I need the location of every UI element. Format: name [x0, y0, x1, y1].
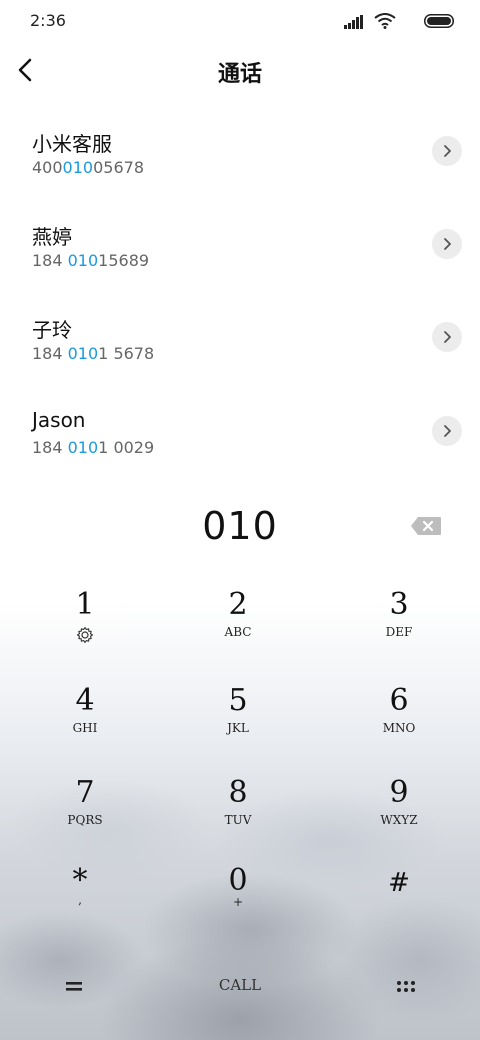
- key-letters: WXYZ: [380, 813, 418, 827]
- dialpad-key-7[interactable]: 7 PQRS: [10, 776, 160, 856]
- entered-number: 010: [202, 504, 278, 548]
- key-digit: 1: [75, 587, 95, 622]
- contact-number: 184 01015689: [32, 251, 149, 270]
- dialpad-key-3[interactable]: 3 DEF: [324, 588, 474, 668]
- key-digit: #: [388, 868, 410, 898]
- battery-icon: [424, 14, 454, 28]
- dialpad-key-1[interactable]: 1: [10, 588, 160, 668]
- dialpad-key-4[interactable]: 4 GHI: [10, 684, 160, 764]
- number-match: 010: [67, 438, 99, 457]
- contact-row[interactable]: Jason 184 0101 0029: [0, 408, 480, 488]
- status-bar: 2:36: [0, 0, 480, 44]
- number-match: 010: [67, 344, 99, 363]
- contact-row[interactable]: 子玲 184 0101 5678: [0, 314, 480, 394]
- dots-grid-icon[interactable]: [394, 974, 418, 998]
- dial-display: 010: [0, 500, 480, 560]
- dialpad-key-9[interactable]: 9 WXYZ: [324, 776, 474, 856]
- backspace-icon[interactable]: [410, 516, 442, 536]
- dialpad-key-8[interactable]: 8 TUV: [163, 776, 313, 856]
- status-icons: [334, 12, 454, 30]
- key-digit: 2: [228, 587, 248, 622]
- key-digit: 8: [228, 775, 248, 810]
- contact-number: 184 0101 0029: [32, 438, 154, 457]
- number-part: 400: [32, 158, 63, 177]
- dialpad-key-6[interactable]: 6 MNO: [324, 684, 474, 764]
- number-match: 010: [62, 158, 94, 177]
- chevron-right-icon: [444, 331, 451, 343]
- key-digit: 3: [389, 587, 409, 622]
- contact-row[interactable]: 燕婷 184 01015689: [0, 221, 480, 301]
- key-letters: JKL: [227, 721, 249, 735]
- chevron-right-icon: [444, 425, 451, 437]
- key-digit: 4: [75, 683, 95, 718]
- number-part: 184: [32, 251, 68, 270]
- chevron-right-icon: [444, 145, 451, 157]
- key-digit: 9: [389, 775, 409, 810]
- header: 通话: [0, 44, 480, 100]
- contact-name: 燕婷: [32, 225, 72, 249]
- dialpad-key-5[interactable]: 5 JKL: [163, 684, 313, 764]
- signal-icon: [344, 15, 363, 29]
- key-letters: ,: [78, 893, 82, 907]
- contact-detail-button[interactable]: [432, 136, 462, 166]
- bottom-bar: CALL: [0, 960, 480, 1020]
- call-button[interactable]: CALL: [190, 976, 290, 994]
- number-part: 184: [32, 344, 68, 363]
- contact-name: Jason: [32, 408, 86, 432]
- key-letters: DEF: [385, 625, 413, 639]
- number-part: 05678: [93, 158, 144, 177]
- contact-name: 子玲: [32, 318, 72, 342]
- key-letters: ABC: [224, 625, 252, 639]
- key-letters: PQRS: [67, 813, 103, 827]
- key-digit: 6: [389, 683, 409, 718]
- page-title: 通话: [217, 62, 262, 87]
- dialpad-key-hash[interactable]: #: [324, 866, 474, 946]
- dialpad-key-2[interactable]: 2 ABC: [163, 588, 313, 668]
- number-part: 1 0029: [98, 438, 155, 457]
- key-letters: TUV: [224, 813, 252, 827]
- voicemail-gear-icon: [76, 626, 94, 644]
- number-part: 15689: [98, 251, 150, 270]
- number-part: 1 5678: [98, 344, 155, 363]
- dialpad-key-0[interactable]: 0 +: [163, 864, 313, 944]
- status-time: 2:36: [30, 11, 66, 30]
- menu-equals-icon[interactable]: [62, 974, 86, 998]
- contact-detail-button[interactable]: [432, 322, 462, 352]
- key-letters: GHI: [72, 721, 98, 735]
- wifi-icon: [374, 13, 396, 29]
- contact-detail-button[interactable]: [432, 416, 462, 446]
- contact-number: 184 0101 5678: [32, 344, 154, 363]
- contact-name: 小米客服: [32, 132, 112, 156]
- contact-number: 40001005678: [32, 158, 144, 177]
- number-match: 010: [67, 251, 99, 270]
- dialpad-key-star[interactable]: * ,: [5, 864, 155, 944]
- key-digit: 0: [228, 863, 248, 898]
- contact-row[interactable]: 小米客服 40001005678: [0, 128, 480, 208]
- key-digit: 7: [75, 775, 95, 810]
- contact-detail-button[interactable]: [432, 229, 462, 259]
- chevron-right-icon: [444, 238, 451, 250]
- number-part: 184: [32, 438, 68, 457]
- key-digit: 5: [228, 683, 248, 718]
- key-letters: MNO: [382, 721, 416, 735]
- key-letters: +: [232, 895, 244, 909]
